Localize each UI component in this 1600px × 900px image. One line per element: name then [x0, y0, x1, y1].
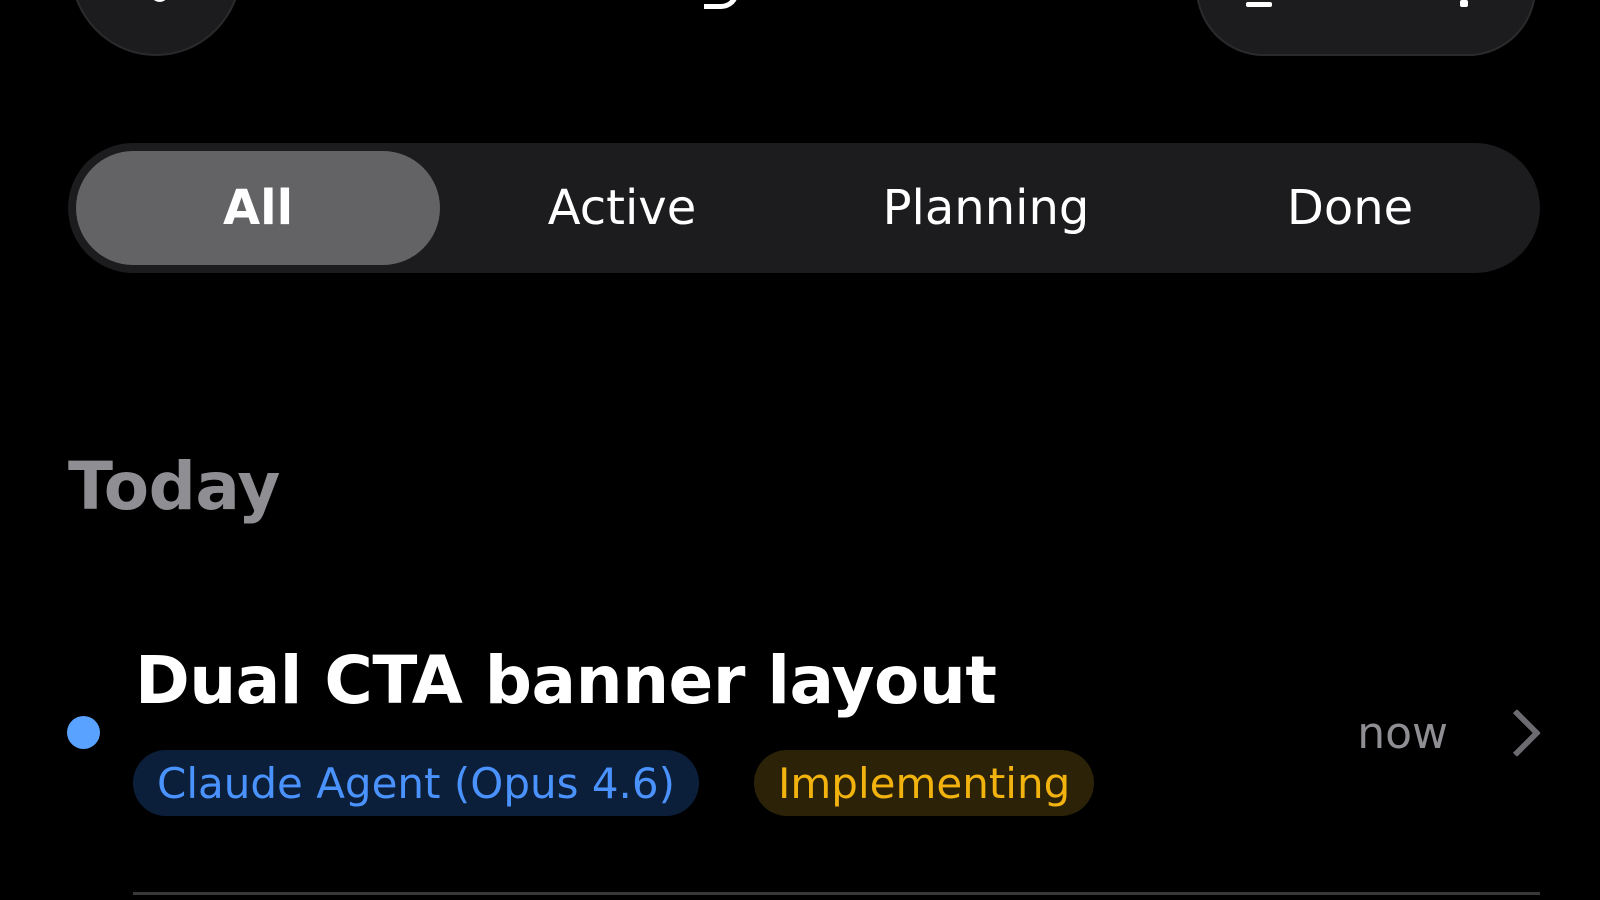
tab-planning[interactable]: Planning: [804, 151, 1168, 265]
tab-done[interactable]: Done: [1168, 151, 1532, 265]
section-header-today: Today: [68, 448, 280, 525]
toolbar-actions-button[interactable]: [1196, 0, 1536, 56]
status-badge: Implementing: [754, 750, 1095, 816]
status-dot-icon: [67, 716, 100, 749]
task-row[interactable]: Dual CTA banner layout Claude Agent (Opu…: [0, 640, 1600, 900]
tab-all[interactable]: All: [76, 151, 440, 265]
back-button-icon: [140, 0, 170, 6]
tab-active[interactable]: Active: [440, 151, 804, 265]
filter-segmented-control: All Active Planning Done: [68, 143, 1540, 273]
action-icon: [1246, 2, 1272, 7]
row-divider: [133, 892, 1540, 895]
back-button[interactable]: [70, 0, 242, 56]
more-icon: [1460, 0, 1468, 7]
task-title: Dual CTA banner layout: [135, 642, 997, 719]
chevron-right-icon: [1492, 708, 1542, 758]
agent-badge: Claude Agent (Opus 4.6): [133, 750, 700, 816]
task-timestamp: now: [1357, 708, 1448, 759]
nav-title-fragment: [704, 0, 739, 9]
tasks-screen: All Active Planning Done Today Dual CTA …: [0, 0, 1600, 900]
